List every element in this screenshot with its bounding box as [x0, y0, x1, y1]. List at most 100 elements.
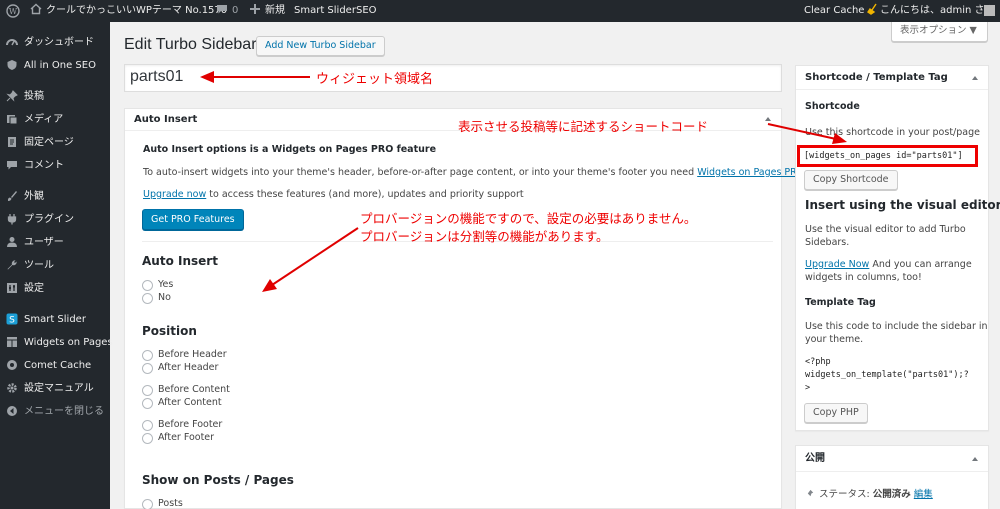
upgrade-line2: widgets in columns, too!	[805, 272, 922, 283]
plugin-icon	[7, 214, 17, 225]
sidebar-item-label: プラグイン	[24, 214, 74, 225]
sidebar-item-all-in-one-seo[interactable]: All in One SEO	[0, 54, 110, 77]
publish-panel-header-label: 公開	[805, 453, 825, 464]
media-icon	[7, 115, 18, 125]
shortcode-panel-header-label: Shortcode / Template Tag	[805, 72, 948, 83]
add-new-turbo-sidebar-button[interactable]: Add New Turbo Sidebar	[256, 36, 385, 56]
sidebar-item-posts[interactable]: 投稿	[0, 85, 110, 108]
position-section-title: Position	[142, 324, 197, 338]
comment-icon	[217, 5, 227, 14]
shield-icon	[7, 60, 17, 70]
collapse-toggle-icon[interactable]	[970, 73, 980, 83]
cache-icon	[7, 360, 17, 370]
sidebar-item-dashboard[interactable]: ダッシュボード	[0, 31, 110, 54]
svg-text:W: W	[9, 7, 18, 16]
sidebar-item-label: 固定ページ	[24, 137, 74, 148]
show-on-section-title: Show on Posts / Pages	[142, 473, 294, 487]
clear-cache-link[interactable]: Clear Cache	[804, 0, 883, 22]
after-content-label: After Content	[158, 397, 222, 408]
sidebar-item-appearance[interactable]: 外観	[0, 185, 110, 208]
sidebar-item-tools[interactable]: ツール	[0, 254, 110, 277]
sidebar-item-users[interactable]: ユーザー	[0, 231, 110, 254]
sidebar-item-comet-cache[interactable]: Comet Cache	[0, 354, 110, 377]
wordpress-logo-icon[interactable]: W	[6, 0, 20, 22]
before-content-radio[interactable]	[142, 385, 153, 396]
collapse-icon	[7, 406, 17, 416]
sidebar-item-label: Widgets on Pages	[24, 337, 113, 348]
upgrade-now-link[interactable]: Upgrade now	[143, 189, 206, 200]
new-label: 新規	[265, 5, 285, 16]
upgrade-description-text: to access these features (and more), upd…	[209, 189, 524, 200]
upgrade-now-link[interactable]: Upgrade Now	[805, 259, 869, 270]
sidebar-item-label: メディア	[24, 114, 64, 125]
wrench-icon	[7, 260, 17, 270]
sidebar-item-comments[interactable]: コメント	[0, 154, 110, 177]
shortcode-value-field[interactable]: [widgets_on_pages id="parts01"]	[797, 145, 978, 167]
brush-icon	[7, 191, 17, 201]
sidebar-item-widgets-on-pages[interactable]: Widgets on Pages	[0, 331, 113, 354]
publish-status-label: ステータス:	[819, 489, 873, 500]
sidebar-item-settings-manual[interactable]: 設定マニュアル	[0, 377, 110, 400]
before-footer-radio[interactable]	[142, 420, 153, 431]
sidebar-item-label: Comet Cache	[24, 360, 92, 371]
smart-slider-link[interactable]: Smart Slider	[294, 0, 356, 22]
after-header-radio[interactable]	[142, 363, 153, 374]
collapse-toggle-icon[interactable]	[763, 114, 773, 124]
sidebar-item-label: Smart Slider	[24, 314, 86, 325]
template-desc-line2: your theme.	[805, 334, 864, 345]
sidebar-item-label: メニューを閉じる	[24, 406, 104, 417]
greeting[interactable]: こんにちは、admin さん	[880, 0, 995, 22]
user-icon	[7, 237, 17, 247]
gear-icon	[7, 383, 17, 393]
auto-insert-yes-label: Yes	[158, 279, 174, 290]
admin-sidebar: ダッシュボード All in One SEO 投稿 メディア 固定ページ コメン…	[0, 22, 113, 509]
screen-options-button[interactable]: 表示オプション ▼	[891, 22, 988, 42]
posts-radio[interactable]	[142, 499, 153, 509]
after-footer-radio[interactable]	[142, 433, 153, 444]
collapse-menu-button[interactable]: メニューを閉じる	[0, 400, 110, 423]
pin-icon	[807, 489, 814, 497]
comments-count: 0	[232, 5, 239, 16]
pro-feature-notice: Auto Insert options is a Widgets on Page…	[143, 144, 437, 155]
before-header-radio[interactable]	[142, 350, 153, 361]
publish-status: ステータス: 公開済み 編集	[806, 486, 933, 500]
site-name-link[interactable]: クールでかっこいいWPテーマ No.1570	[30, 0, 227, 22]
auto-insert-yes-radio[interactable]	[142, 280, 153, 291]
pin-icon	[6, 90, 18, 102]
sidebar-item-settings[interactable]: 設定	[0, 277, 110, 300]
clear-cache-label: Clear Cache	[804, 5, 865, 16]
sidebar-title-input[interactable]: parts01	[124, 64, 782, 92]
before-content-label: Before Content	[158, 384, 230, 395]
after-header-label: After Header	[158, 362, 219, 373]
auto-insert-section-title: Auto Insert	[142, 254, 218, 268]
visual-editor-desc-line2: Sidebars.	[805, 237, 850, 248]
publish-status-value: 公開済み	[872, 489, 911, 500]
avatar[interactable]	[984, 0, 995, 22]
copy-php-button[interactable]: Copy PHP	[804, 403, 868, 423]
annotation-widget-area-name: ウィジェット領域名	[316, 72, 434, 87]
settings-icon	[7, 283, 17, 293]
auto-insert-no-radio[interactable]	[142, 293, 153, 304]
shortcode-panel-header[interactable]: Shortcode / Template Tag	[796, 66, 988, 90]
annotation-shortcode-note: 表示させる投稿等に記述するショートコード	[458, 119, 709, 134]
posts-label: Posts	[158, 498, 183, 509]
collapse-toggle-icon[interactable]	[970, 454, 980, 464]
template-code-line3: >	[805, 383, 811, 393]
sidebar-item-media[interactable]: メディア	[0, 108, 110, 131]
auto-insert-header-label: Auto Insert	[134, 114, 198, 125]
edit-status-link[interactable]: 編集	[914, 489, 933, 500]
copy-shortcode-button[interactable]: Copy Shortcode	[804, 170, 898, 190]
visual-editor-title: Insert using the visual editor	[805, 198, 1000, 212]
before-header-label: Before Header	[158, 349, 227, 360]
get-pro-features-button[interactable]: Get PRO Features	[142, 209, 244, 230]
visual-editor-desc-line1: Use the visual editor to add Turbo	[805, 224, 966, 235]
sidebar-item-pages[interactable]: 固定ページ	[0, 131, 110, 154]
after-content-radio[interactable]	[142, 398, 153, 409]
seo-link[interactable]: SEO	[356, 0, 377, 22]
sidebar-item-plugins[interactable]: プラグイン	[0, 208, 110, 231]
comments-link[interactable]: 0	[216, 0, 238, 22]
new-content-link[interactable]: 新規	[249, 0, 285, 22]
sidebar-item-smart-slider[interactable]: S Smart Slider	[0, 308, 110, 331]
widgets-on-pages-pro-link[interactable]: Widgets on Pages PRO.	[697, 167, 807, 178]
publish-panel-header[interactable]: 公開	[796, 446, 988, 472]
